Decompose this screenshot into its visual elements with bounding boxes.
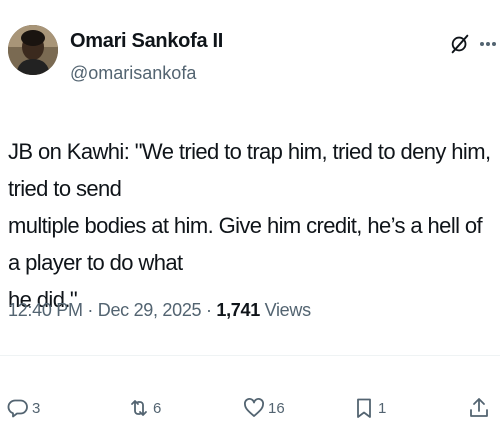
avatar[interactable] [8, 25, 58, 75]
tweet-text: JB on Kawhi: "We tried to trap him, trie… [8, 139, 491, 312]
repost-button[interactable]: 6 [127, 390, 161, 426]
reply-icon [7, 399, 28, 418]
like-count: 16 [268, 399, 285, 417]
repost-count: 6 [153, 399, 162, 417]
action-bar: 3 6 16 1 [0, 390, 500, 430]
tweet-card: Omari Sankofa II @omarisankofa JB on Kaw… [0, 0, 500, 440]
bookmark-icon [357, 398, 371, 418]
share-button[interactable] [467, 390, 491, 426]
reply-count: 3 [32, 399, 41, 417]
avatar-image [8, 25, 58, 75]
tweet-time[interactable]: 12:40 PM [8, 300, 83, 320]
views-label: Views [259, 300, 312, 320]
bookmark-count: 1 [378, 399, 387, 417]
handle[interactable]: @omarisankofa [70, 63, 196, 84]
divider [0, 355, 500, 356]
display-name[interactable]: Omari Sankofa II [70, 30, 223, 53]
grok-icon[interactable] [449, 33, 471, 55]
like-icon [244, 398, 264, 417]
meta-separator: · [201, 300, 217, 320]
like-button[interactable]: 16 [242, 390, 285, 426]
more-icon[interactable] [479, 34, 497, 54]
reply-button[interactable]: 3 [6, 390, 40, 426]
bookmark-button[interactable]: 1 [352, 390, 386, 426]
tweet-meta: 12:40 PM · Dec 29, 2025 · 1,741 Views [8, 300, 311, 321]
retweet-icon [131, 400, 147, 416]
share-icon [470, 398, 488, 417]
meta-separator: · [82, 300, 98, 320]
views-count: 1,741 [216, 300, 260, 320]
tweet-date[interactable]: Dec 29, 2025 [98, 300, 202, 320]
